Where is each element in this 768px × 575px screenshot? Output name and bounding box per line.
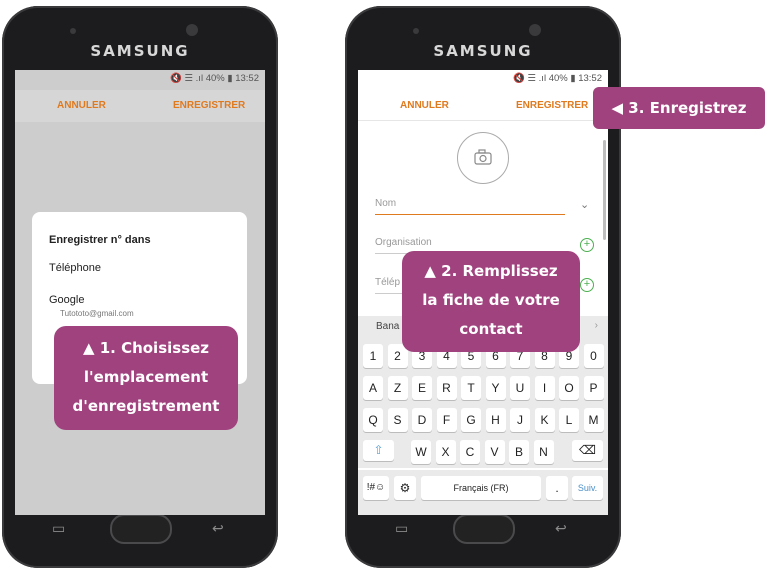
period-key[interactable]: . xyxy=(546,476,568,500)
key-1[interactable]: 1 xyxy=(363,344,383,368)
key-g[interactable]: G xyxy=(461,408,481,432)
action-bar: ANNULER ENREGISTRER xyxy=(358,90,608,122)
callout-1-line-1: ▲ 1. Choisissez xyxy=(82,339,210,357)
key-x[interactable]: X xyxy=(435,440,456,464)
name-field[interactable]: Nom xyxy=(375,198,565,215)
key-w[interactable]: W xyxy=(411,440,431,464)
key-k[interactable]: K xyxy=(534,408,555,432)
sensor xyxy=(413,28,419,34)
brand-logo: SAMSUNG xyxy=(433,42,533,60)
option-google[interactable]: Google xyxy=(49,294,84,306)
key-i[interactable]: I xyxy=(534,376,555,400)
key-b[interactable]: B xyxy=(509,440,529,464)
key-n[interactable]: N xyxy=(533,440,554,464)
sensor xyxy=(70,28,76,34)
add-photo-button[interactable] xyxy=(457,132,509,184)
shift-key[interactable]: ⇧ xyxy=(363,440,394,461)
key-p[interactable]: P xyxy=(583,376,604,400)
key-s[interactable]: S xyxy=(387,408,408,432)
front-camera xyxy=(529,24,541,36)
next-key[interactable]: Suiv. xyxy=(572,476,603,500)
recent-apps-icon[interactable]: ▭ xyxy=(52,520,65,537)
callout-step-3: ◀ 3. Enregistrez xyxy=(593,87,765,129)
key-o[interactable]: O xyxy=(559,376,579,400)
key-q[interactable]: Q xyxy=(363,408,383,432)
suggestion-word[interactable]: Bana xyxy=(376,321,399,332)
organisation-placeholder: Organisation xyxy=(375,237,432,248)
divider xyxy=(358,120,608,121)
settings-key[interactable]: ⚙ xyxy=(394,476,416,500)
key-z[interactable]: Z xyxy=(387,376,408,400)
suggestion-arrow-icon[interactable]: › xyxy=(595,320,598,331)
key-f[interactable]: F xyxy=(436,408,457,432)
key-0[interactable]: 0 xyxy=(583,344,604,368)
key-r[interactable]: R xyxy=(436,376,457,400)
status-bar: 🔇 ☰ .ıl 40% ▮ 13:52 xyxy=(170,73,259,84)
save-button[interactable]: ENREGISTRER xyxy=(516,100,588,111)
scrollbar[interactable] xyxy=(603,140,606,240)
home-button[interactable] xyxy=(453,514,515,544)
name-underline xyxy=(375,214,565,215)
callout-1-line-2: l'emplacement xyxy=(83,368,209,386)
phone-placeholder: Télép xyxy=(375,277,401,288)
key-t[interactable]: T xyxy=(461,376,481,400)
left-screen: 🔇 ☰ .ıl 40% ▮ 13:52 ANNULER ENREGISTRER … xyxy=(15,70,265,515)
keyboard-bottom-row: !#☺ ⚙ Français (FR) . Suiv. xyxy=(358,470,608,515)
home-button[interactable] xyxy=(110,514,172,544)
key-h[interactable]: H xyxy=(485,408,506,432)
key-e[interactable]: E xyxy=(412,376,432,400)
callout-step-1: ▲ 1. Choisissez l'emplacement d'enregist… xyxy=(54,326,238,430)
option-telephone[interactable]: Téléphone xyxy=(49,262,101,274)
front-camera xyxy=(186,24,198,36)
google-account: Tutototo@gmail.com xyxy=(60,309,134,318)
key-j[interactable]: J xyxy=(510,408,530,432)
back-icon[interactable]: ↩ xyxy=(212,520,224,537)
key-l[interactable]: L xyxy=(559,408,579,432)
save-button[interactable]: ENREGISTRER xyxy=(173,100,245,111)
expand-chevron-icon[interactable]: ⌄ xyxy=(580,198,589,211)
organisation-field[interactable]: Organisation xyxy=(375,237,565,254)
space-key[interactable]: Français (FR) xyxy=(421,476,541,500)
backspace-key[interactable]: ⌫ xyxy=(572,440,603,461)
key-m[interactable]: M xyxy=(583,408,604,432)
key-c[interactable]: C xyxy=(460,440,480,464)
key-d[interactable]: D xyxy=(412,408,432,432)
callout-2-line-1: ▲ 2. Remplissez xyxy=(424,262,558,280)
brand-logo: SAMSUNG xyxy=(90,42,190,60)
camera-icon xyxy=(474,149,492,165)
callout-1-line-3: d'enregistrement xyxy=(72,397,220,415)
key-u[interactable]: U xyxy=(510,376,530,400)
cancel-button[interactable]: ANNULER xyxy=(57,100,106,111)
add-organisation-icon[interactable]: + xyxy=(580,238,594,252)
recent-apps-icon[interactable]: ▭ xyxy=(395,520,408,537)
status-bar: 🔇 ☰ .ıl 40% ▮ 13:52 xyxy=(513,73,602,84)
callout-step-2: ▲ 2. Remplissez la fiche de votre contac… xyxy=(402,251,580,352)
cancel-button[interactable]: ANNULER xyxy=(400,100,449,111)
add-phone-icon[interactable]: + xyxy=(580,278,594,292)
callout-2-line-2: la fiche de votre xyxy=(422,291,560,309)
key-a[interactable]: A xyxy=(363,376,383,400)
symbols-key[interactable]: !#☺ xyxy=(363,476,389,500)
action-bar: ANNULER ENREGISTRER xyxy=(15,90,265,122)
back-icon[interactable]: ↩ xyxy=(555,520,567,537)
callout-2-line-3: contact xyxy=(459,320,523,338)
name-placeholder: Nom xyxy=(375,198,397,209)
key-v[interactable]: V xyxy=(484,440,505,464)
dialog-title: Enregistrer n° dans xyxy=(49,234,151,246)
key-y[interactable]: Y xyxy=(485,376,506,400)
